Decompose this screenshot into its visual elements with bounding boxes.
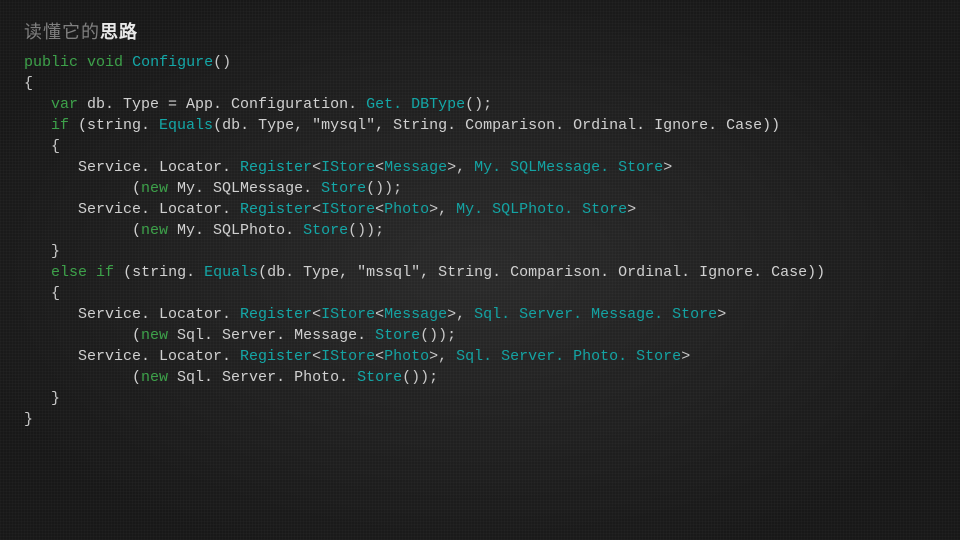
fn: Register: [240, 159, 312, 176]
pun: >: [447, 159, 456, 176]
fn: Equals: [159, 117, 213, 134]
pun: <: [312, 306, 321, 323]
pun: <: [375, 201, 384, 218]
txt: (db. Type, "mysql", String. Comparison. …: [213, 117, 780, 134]
txt: [24, 117, 51, 134]
kw: new: [141, 327, 168, 344]
type: IStore: [321, 306, 375, 323]
pun: (): [213, 54, 231, 71]
fn: Register: [240, 306, 312, 323]
pun: >,: [429, 201, 456, 218]
type: IStore: [321, 201, 375, 218]
kw: void: [87, 54, 123, 71]
pun: ());: [366, 180, 402, 197]
txt: (string.: [69, 117, 159, 134]
pun: <: [375, 348, 384, 365]
pun: ());: [348, 222, 384, 239]
kw: new: [141, 180, 168, 197]
txt: Sql. Server. Message.: [168, 327, 375, 344]
type: Message: [384, 159, 447, 176]
pun: {: [24, 285, 60, 302]
pun: ();: [465, 96, 492, 113]
txt: My. SQLPhoto.: [168, 222, 303, 239]
type: Photo: [384, 348, 429, 365]
kw: else: [51, 264, 87, 281]
txt: Service. Locator.: [24, 159, 240, 176]
fn: Get. DBType: [366, 96, 465, 113]
txt: (: [24, 180, 141, 197]
fn: Store: [375, 327, 420, 344]
kw: if: [96, 264, 114, 281]
kw: if: [51, 117, 69, 134]
type: My. SQLPhoto. Store: [456, 201, 627, 218]
code-block: public void Configure() { var db. Type =…: [0, 50, 960, 430]
slide: 读懂它的思路 public void Configure() { var db.…: [0, 0, 960, 540]
fn: Store: [357, 369, 402, 386]
fn: Register: [240, 201, 312, 218]
pun: ,: [456, 159, 474, 176]
pun: >,: [429, 348, 456, 365]
pun: >: [717, 306, 726, 323]
txt: Service. Locator.: [24, 306, 240, 323]
pun: ());: [420, 327, 456, 344]
txt: [24, 96, 51, 113]
fn: Equals: [204, 264, 258, 281]
type: My. SQLMessage. Store: [474, 159, 663, 176]
pun: <: [375, 159, 384, 176]
title-prefix: 读懂它的: [24, 22, 100, 42]
txt: (: [24, 327, 141, 344]
txt: Service. Locator.: [24, 348, 240, 365]
pun: <: [312, 201, 321, 218]
pun: >: [627, 201, 636, 218]
pun: {: [24, 75, 33, 92]
type: IStore: [321, 159, 375, 176]
kw: public: [24, 54, 78, 71]
pun: <: [312, 348, 321, 365]
pun: ());: [402, 369, 438, 386]
type: Message: [384, 306, 447, 323]
pun: >,: [447, 306, 474, 323]
txt: (: [24, 369, 141, 386]
type: Sql. Server. Message. Store: [474, 306, 717, 323]
pun: }: [24, 411, 33, 428]
txt: [24, 264, 51, 281]
txt: db. Type = App. Configuration.: [78, 96, 366, 113]
pun: }: [24, 243, 60, 260]
pun: >: [663, 159, 672, 176]
txt: (: [24, 222, 141, 239]
pun: <: [375, 306, 384, 323]
kw: var: [51, 96, 78, 113]
fn: Register: [240, 348, 312, 365]
slide-title: 读懂它的思路: [0, 0, 960, 50]
fn: Store: [303, 222, 348, 239]
txt: (string.: [114, 264, 204, 281]
kw: new: [141, 369, 168, 386]
txt: (db. Type, "mssql", String. Comparison. …: [258, 264, 825, 281]
pun: <: [312, 159, 321, 176]
pun: {: [24, 138, 60, 155]
title-emph: 思路: [100, 22, 138, 42]
type: IStore: [321, 348, 375, 365]
kw: new: [141, 222, 168, 239]
txt: Sql. Server. Photo.: [168, 369, 357, 386]
txt: Service. Locator.: [24, 201, 240, 218]
fn: Store: [321, 180, 366, 197]
pun: }: [24, 390, 60, 407]
fn: Configure: [132, 54, 213, 71]
txt: My. SQLMessage.: [168, 180, 321, 197]
pun: >: [681, 348, 690, 365]
type: Sql. Server. Photo. Store: [456, 348, 681, 365]
type: Photo: [384, 201, 429, 218]
